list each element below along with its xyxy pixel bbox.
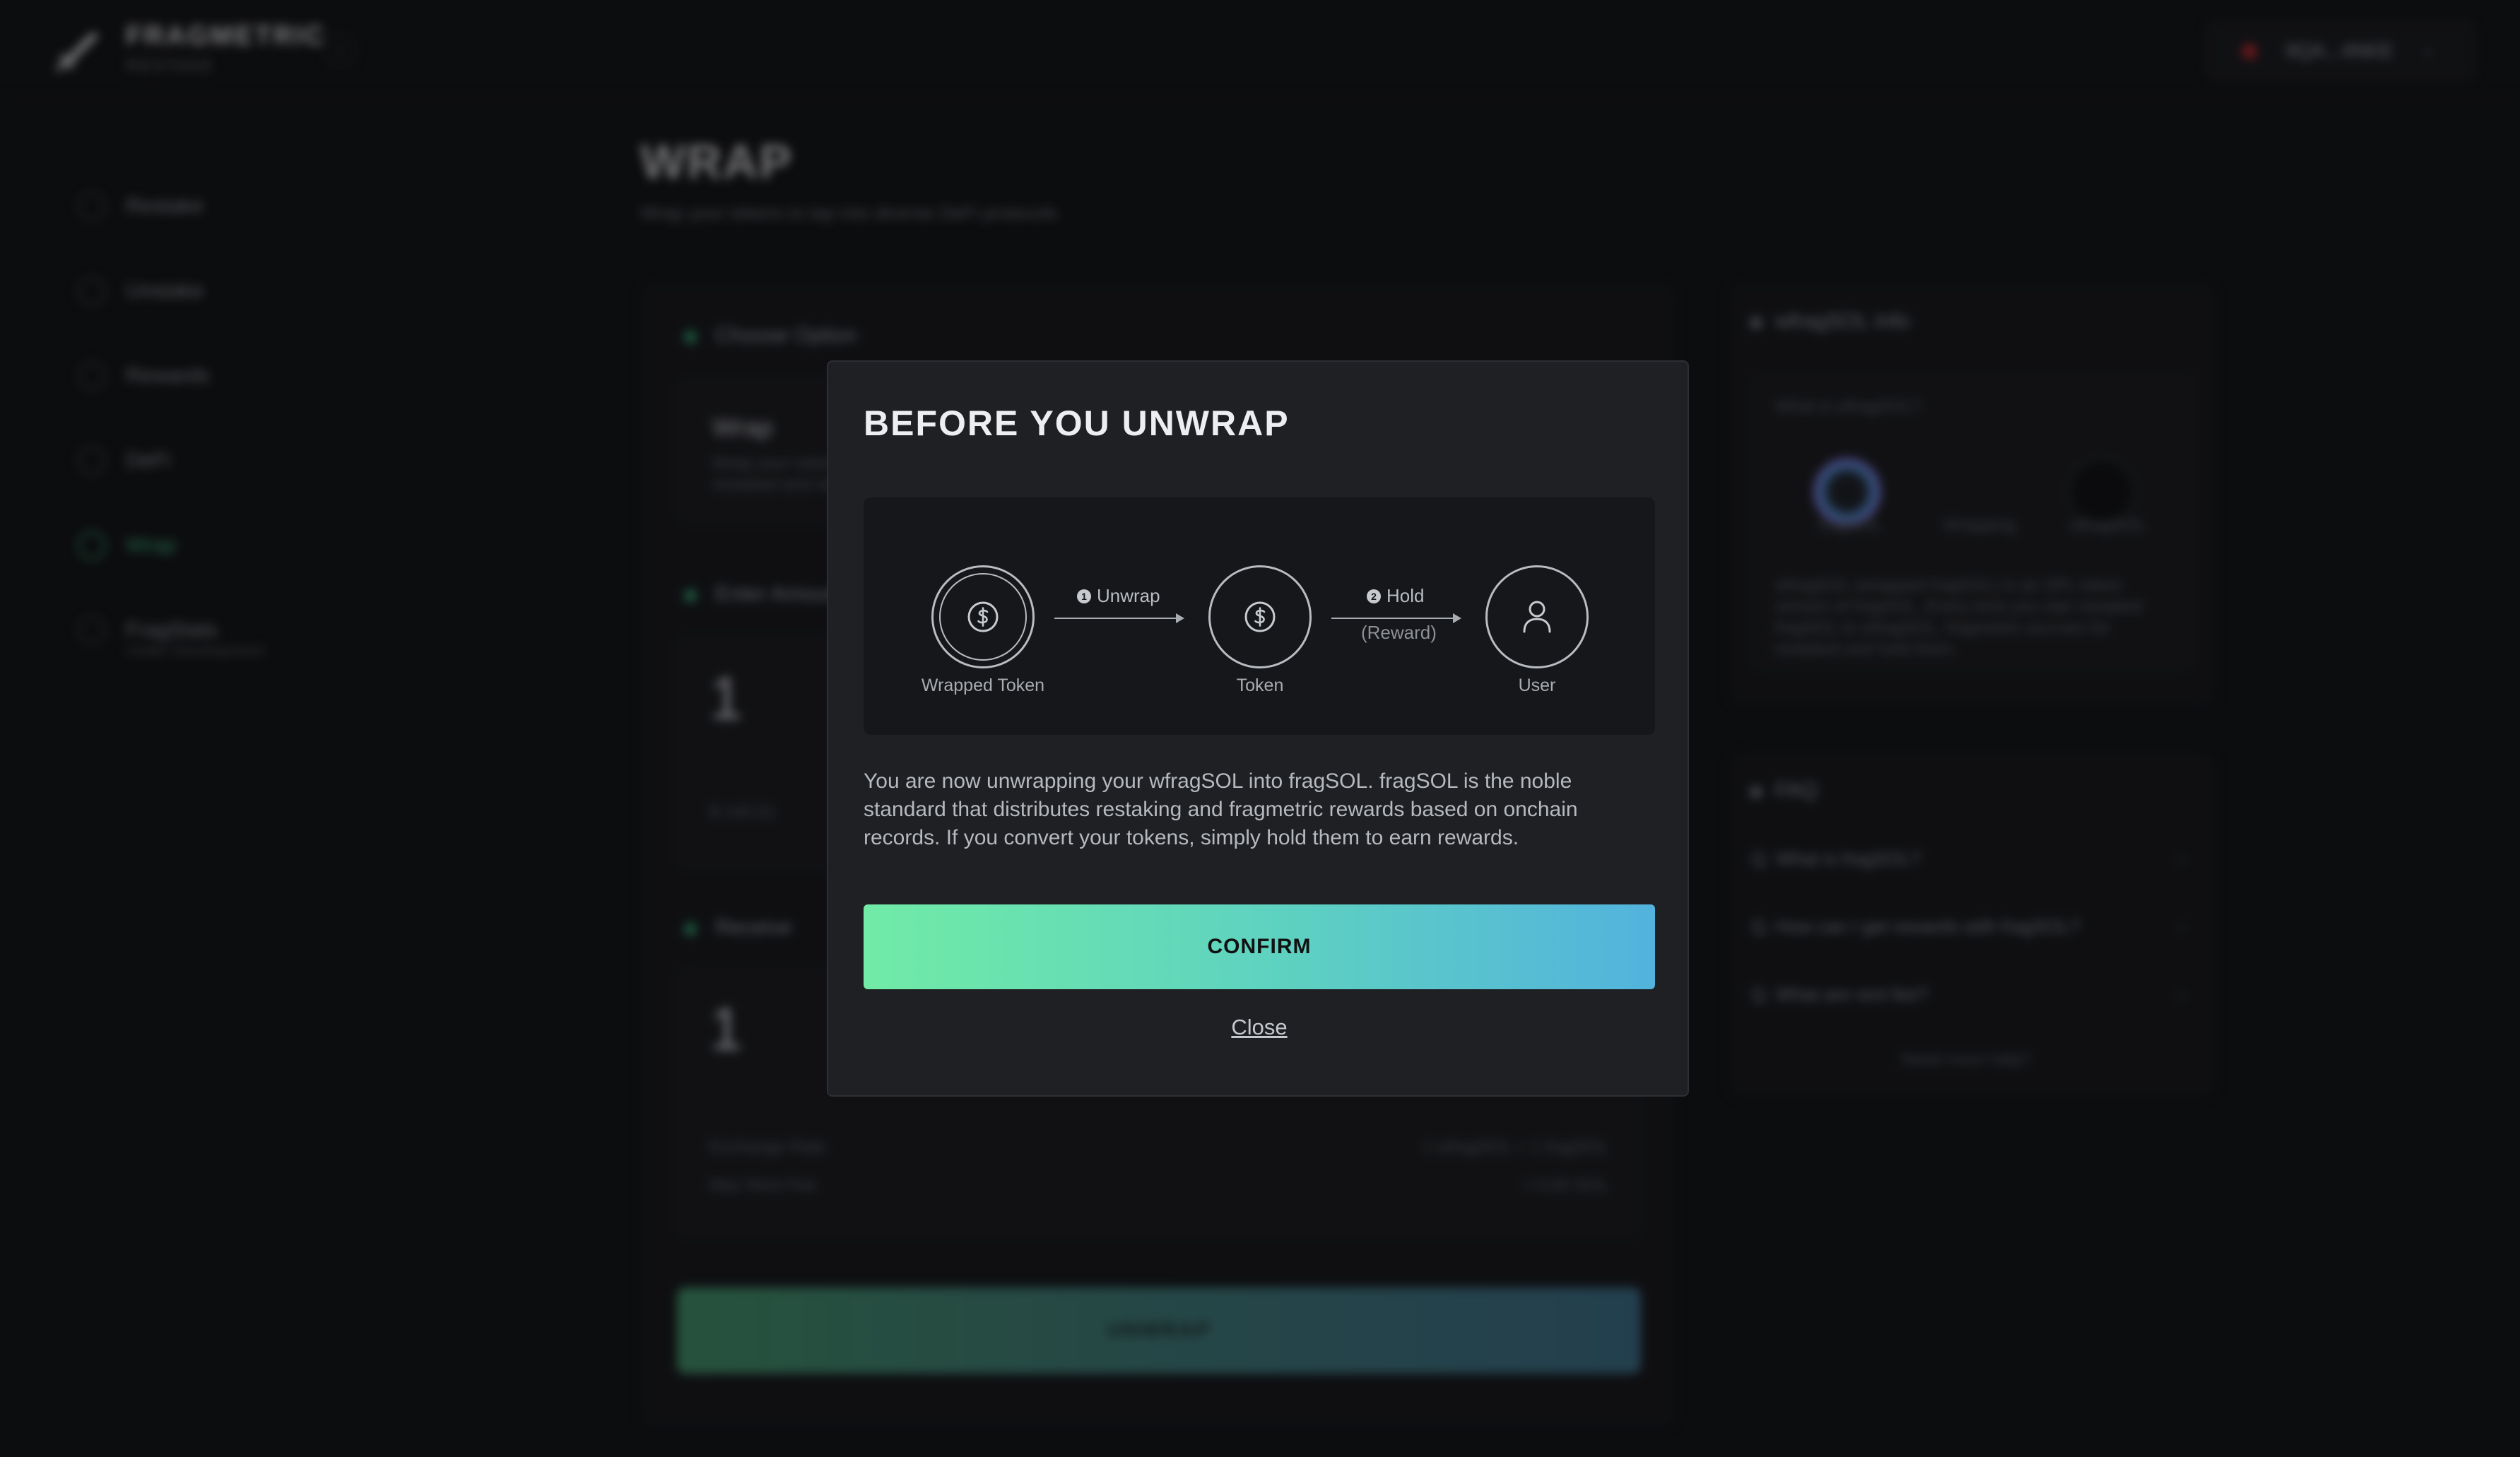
dollar-coin-icon [967, 601, 999, 632]
user-node [1485, 565, 1589, 668]
wrapped-token-label: Wrapped Token [921, 676, 1045, 695]
unwrap-confirm-modal: BEFORE YOU UNWRAP Wrapped Token 1 Unwrap… [827, 360, 1689, 1097]
step-unwrap-label: Unwrap [1097, 585, 1160, 606]
wrapped-token-node [931, 565, 1035, 668]
user-icon [1523, 601, 1551, 633]
step-hold-label: Hold [1386, 585, 1425, 606]
step-hold: 2 Hold [1367, 585, 1424, 607]
token-label: Token [1236, 676, 1284, 695]
step-number-badge: 1 [1077, 589, 1091, 603]
user-label: User [1518, 676, 1556, 695]
arrow-line [1331, 618, 1456, 619]
step-unwrap: 1 Unwrap [1077, 585, 1160, 607]
dollar-coin-icon [1244, 601, 1276, 632]
modal-description: You are now unwrapping your wfragSOL int… [864, 769, 1578, 849]
step-hold-sublabel: (Reward) [1361, 622, 1437, 643]
confirm-button[interactable]: CONFIRM [864, 904, 1655, 989]
token-node [1208, 565, 1312, 668]
arrow-right-icon [1176, 613, 1184, 623]
arrow-right-icon [1453, 613, 1461, 623]
unwrap-flow-diagram: Wrapped Token 1 Unwrap Token 2 Hold (Rew… [864, 497, 1655, 735]
close-link[interactable]: Close [828, 1015, 1690, 1040]
step-number-badge: 2 [1367, 589, 1381, 603]
arrow-line [1054, 618, 1179, 619]
modal-title: BEFORE YOU UNWRAP [864, 403, 1290, 443]
